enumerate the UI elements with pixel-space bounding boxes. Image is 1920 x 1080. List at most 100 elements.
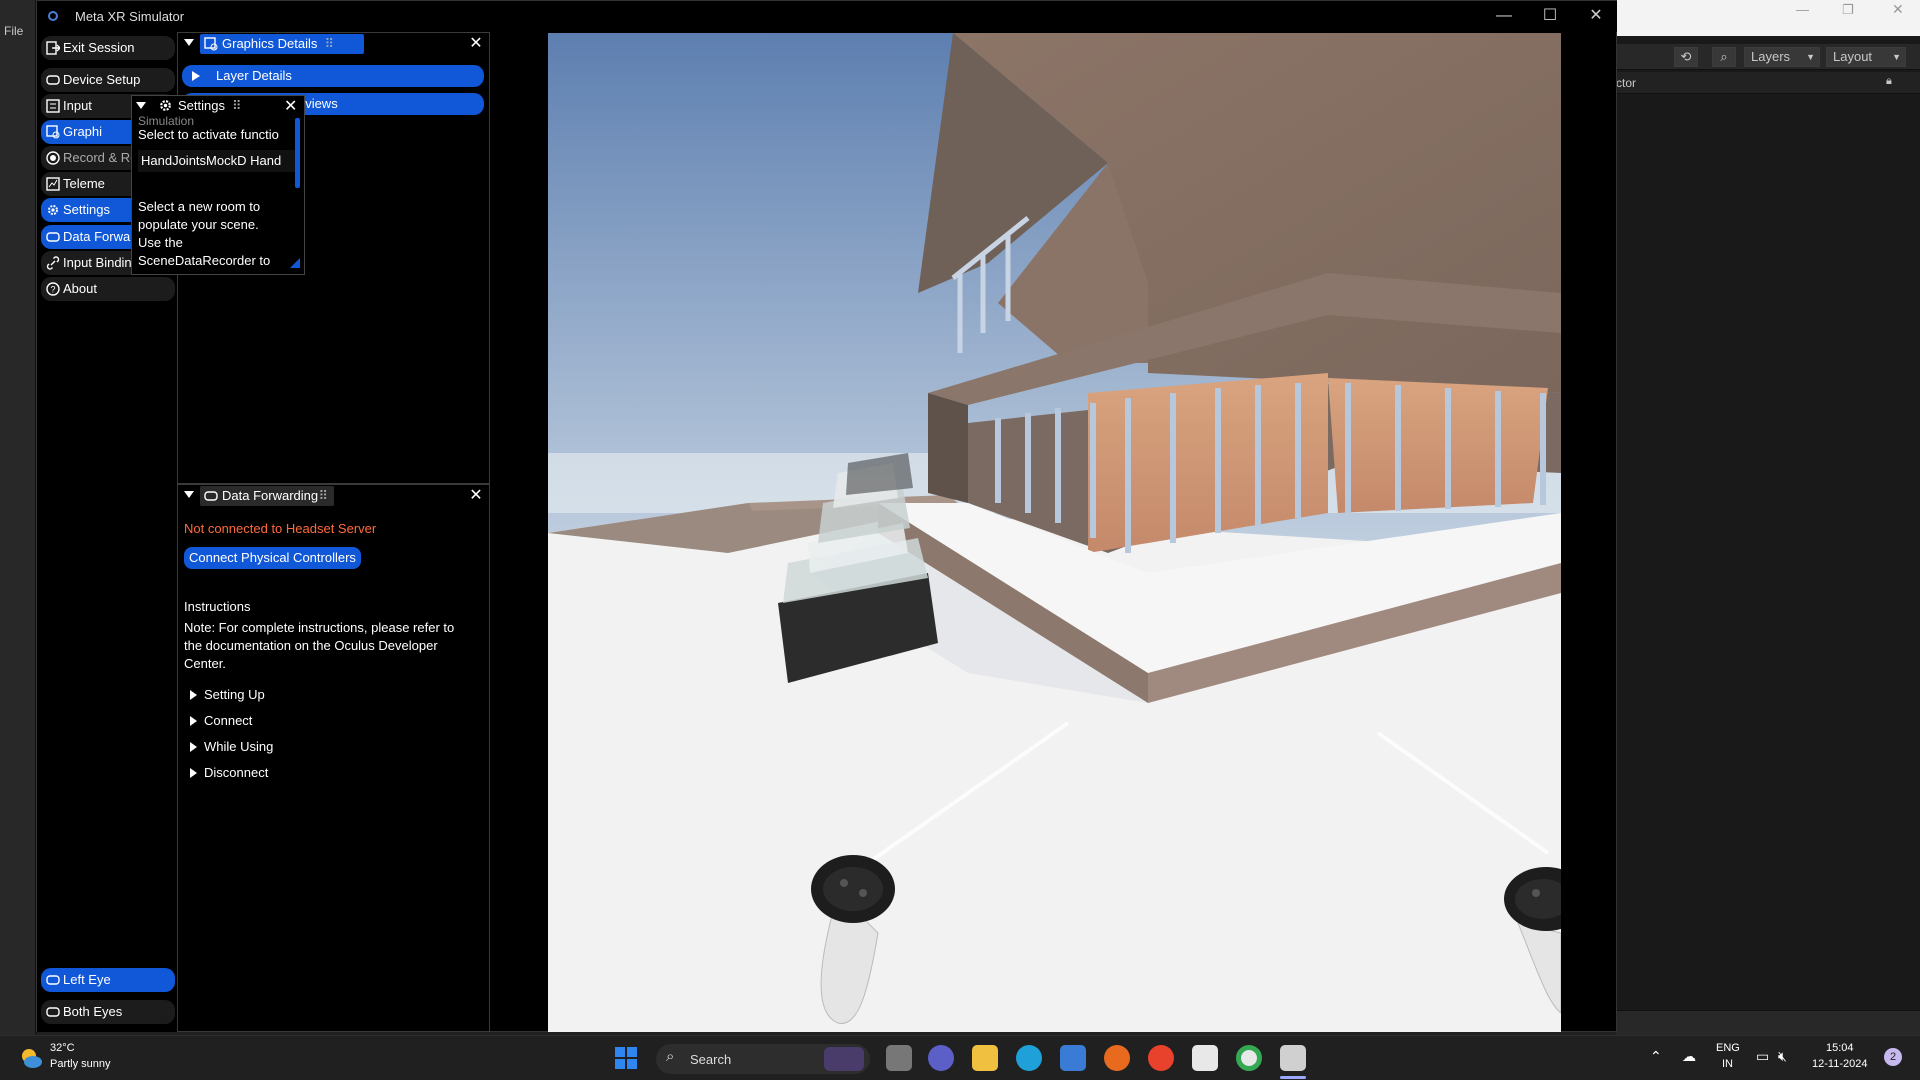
bg-close-button[interactable]: ✕ [1892, 1, 1904, 18]
collapse-icon[interactable] [136, 102, 146, 109]
file-menu[interactable]: File [4, 24, 23, 38]
store-icon[interactable] [1060, 1045, 1086, 1071]
nav-label: About [63, 281, 97, 296]
cloud-icon[interactable]: ☁ [1682, 1048, 1696, 1065]
search-icon[interactable]: ⌕ [1712, 47, 1736, 67]
drag-handle-icon[interactable]: ⠿ [318, 486, 328, 506]
simulation-viewport[interactable] [548, 33, 1561, 1032]
popup-scrollbar[interactable] [295, 118, 300, 188]
headset-icon [46, 975, 60, 985]
unity-editor-icon[interactable] [1280, 1045, 1306, 1071]
gear-icon [160, 100, 171, 111]
nav-device-setup[interactable]: Device Setup [41, 68, 175, 92]
graphics-icon [204, 37, 218, 51]
collapse-icon[interactable] [184, 39, 194, 46]
task-view-icon[interactable] [886, 1045, 912, 1071]
active-app-indicator [1280, 1076, 1306, 1079]
collapse-icon[interactable] [184, 491, 194, 498]
maximize-button[interactable]: ☐ [1527, 1, 1573, 32]
hand-mock-field[interactable]: HandJointsMockD Hand [138, 150, 300, 172]
nav-both-eyes[interactable]: Both Eyes [41, 1000, 175, 1024]
nav-label: Exit Session [63, 40, 135, 55]
tab-data-forwarding[interactable]: Data Forwarding ⠿ [200, 486, 334, 506]
layout-dropdown[interactable]: Layout ▼ [1826, 47, 1906, 67]
data-forwarding-panel: Data Forwarding ⠿ ✕ Not connected to Hea… [177, 484, 490, 1032]
language-primary[interactable]: ENG [1716, 1042, 1740, 1054]
close-icon[interactable]: ✕ [467, 487, 485, 505]
window-title: Meta XR Simulator [75, 9, 185, 24]
edge-icon[interactable] [1016, 1045, 1042, 1071]
foldout-setting-up[interactable]: Setting Up [190, 685, 390, 707]
drag-handle-icon[interactable]: ⠿ [232, 97, 242, 115]
close-button[interactable]: ✕ [1573, 1, 1619, 32]
nav-label: Teleme [63, 176, 105, 191]
background-window-titlebar: — ❐ ✕ [1616, 0, 1920, 36]
foldout-label: Connect [204, 713, 253, 728]
clock-time[interactable]: 15:04 [1826, 1042, 1854, 1054]
instructions-heading: Instructions [184, 599, 251, 614]
taskbar-search[interactable]: ⌕ Search [656, 1044, 870, 1074]
wps-icon[interactable] [1148, 1045, 1174, 1071]
history-icon[interactable]: ⟲ [1674, 47, 1698, 67]
lock-icon[interactable]: 🔒︎ [1886, 75, 1892, 88]
unity-hub-icon[interactable] [1192, 1045, 1218, 1071]
file-explorer-icon[interactable] [972, 1045, 998, 1071]
expand-icon [190, 768, 197, 778]
language-secondary[interactable]: IN [1722, 1058, 1733, 1070]
headset-icon [204, 491, 218, 501]
nav-exit-session[interactable]: Exit Session [41, 36, 175, 60]
nav-label: Settings [63, 202, 110, 217]
panel-header: Data Forwarding ⠿ ✕ [178, 485, 489, 507]
start-icon[interactable] [614, 1046, 638, 1070]
foldout-label: While Using [204, 739, 274, 754]
nav-label: Graphi [63, 124, 103, 139]
bg-maximize-button[interactable]: ❐ [1842, 2, 1854, 18]
minimize-button[interactable]: — [1481, 1, 1527, 32]
search-highlight-icon [824, 1047, 864, 1071]
nav-about[interactable]: ? About [41, 277, 175, 301]
teams-icon[interactable] [928, 1045, 954, 1071]
layers-label: Layers [1751, 49, 1791, 64]
panel-title: Data Forwarding [222, 488, 319, 503]
scene-render [548, 33, 1561, 1032]
foldout-while-using[interactable]: While Using [190, 737, 390, 759]
inspector-tab[interactable]: ctor [1616, 76, 1636, 90]
connection-status: Not connected to Headset Server [184, 521, 377, 536]
panel-title: Graphics Details [222, 36, 318, 51]
close-icon[interactable]: ✕ [284, 96, 297, 116]
help-icon: ? [46, 282, 60, 296]
weather-description: Partly sunny [50, 1058, 111, 1070]
tab-graphics-details[interactable]: Graphics Details ⠿ [200, 34, 364, 54]
panel-header: Graphics Details ⠿ ✕ [178, 33, 489, 55]
layers-dropdown[interactable]: Layers ▼ [1744, 47, 1820, 67]
layout-label: Layout [1833, 49, 1873, 64]
nav-label: Both Eyes [63, 1004, 123, 1019]
layer-details-foldout[interactable]: Layer Details [182, 65, 484, 87]
clock-date[interactable]: 12-11-2024 [1812, 1058, 1867, 1070]
nav-left-eye[interactable]: Left Eye [41, 968, 175, 992]
chrome-icon[interactable] [1236, 1045, 1262, 1071]
telemetry-icon [46, 177, 60, 191]
room-hint: Select a new room to populate your scene… [138, 199, 261, 232]
background-inspector-tab: ctor 🔒︎ [1616, 72, 1920, 94]
firefox-icon[interactable] [1104, 1045, 1130, 1071]
bg-minimize-button[interactable]: — [1796, 2, 1809, 17]
connect-controllers-button[interactable]: Connect Physical Controllers [184, 547, 361, 569]
background-inspector [1616, 0, 1920, 1035]
notification-badge[interactable]: 2 [1884, 1048, 1902, 1066]
input-icon [46, 99, 60, 113]
search-label: Search [690, 1052, 732, 1067]
close-icon[interactable]: ✕ [467, 35, 485, 53]
chevron-up-icon[interactable]: ⌃ [1650, 1048, 1662, 1065]
foldout-connect[interactable]: Connect [190, 711, 390, 733]
resize-handle-icon[interactable] [290, 258, 300, 268]
drag-handle-icon[interactable]: ⠿ [324, 34, 334, 54]
expand-icon [190, 742, 197, 752]
headset-icon [46, 75, 60, 85]
network-icon[interactable]: ▭ [1756, 1048, 1769, 1065]
headset-icon [46, 232, 60, 242]
weather-icon[interactable] [18, 1045, 44, 1071]
foldout-disconnect[interactable]: Disconnect [190, 763, 390, 785]
volume-muted-icon[interactable]: 🔇︎ [1778, 1048, 1787, 1065]
link-icon [46, 256, 60, 270]
